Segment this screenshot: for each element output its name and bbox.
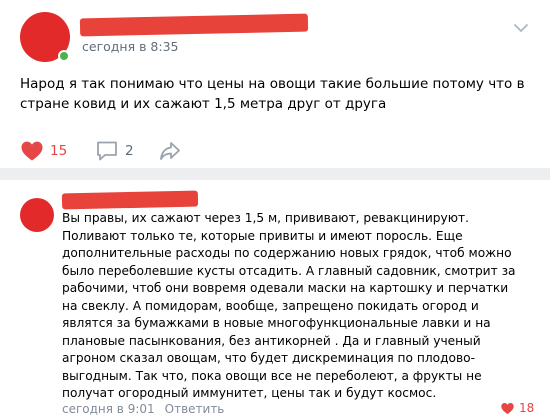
like-button[interactable]: 15	[20, 140, 67, 162]
comment-like-button[interactable]: 18	[500, 401, 534, 415]
comment-meta: сегодня в 9:01 Ответить	[62, 402, 224, 416]
reply-link[interactable]: Ответить	[165, 402, 225, 416]
online-indicator	[58, 50, 70, 62]
heart-icon	[21, 141, 43, 161]
post-timestamp[interactable]: сегодня в 8:35	[82, 39, 179, 54]
post-text: Народ я так понимаю что цены на овощи та…	[20, 76, 525, 112]
comment-count: 2	[125, 143, 134, 159]
commenter-avatar[interactable]	[20, 198, 54, 232]
like-count: 15	[50, 143, 68, 159]
commenter-name-redacted[interactable]	[61, 190, 199, 210]
comment-icon	[97, 141, 117, 161]
comment-timestamp[interactable]: сегодня в 9:01	[62, 402, 155, 416]
heart-icon	[501, 402, 514, 414]
author-name-redacted[interactable]	[79, 13, 309, 37]
share-button[interactable]	[158, 140, 182, 162]
comment-like-count: 18	[519, 401, 535, 415]
post-card: сегодня в 8:35 Народ я так понимаю что ц…	[0, 0, 550, 168]
chevron-down-icon[interactable]	[512, 22, 530, 34]
share-icon	[160, 142, 180, 160]
comment-text: Вы правы, их сажают через 1,5 м, привива…	[62, 211, 516, 400]
comment-button[interactable]: 2	[95, 140, 134, 162]
